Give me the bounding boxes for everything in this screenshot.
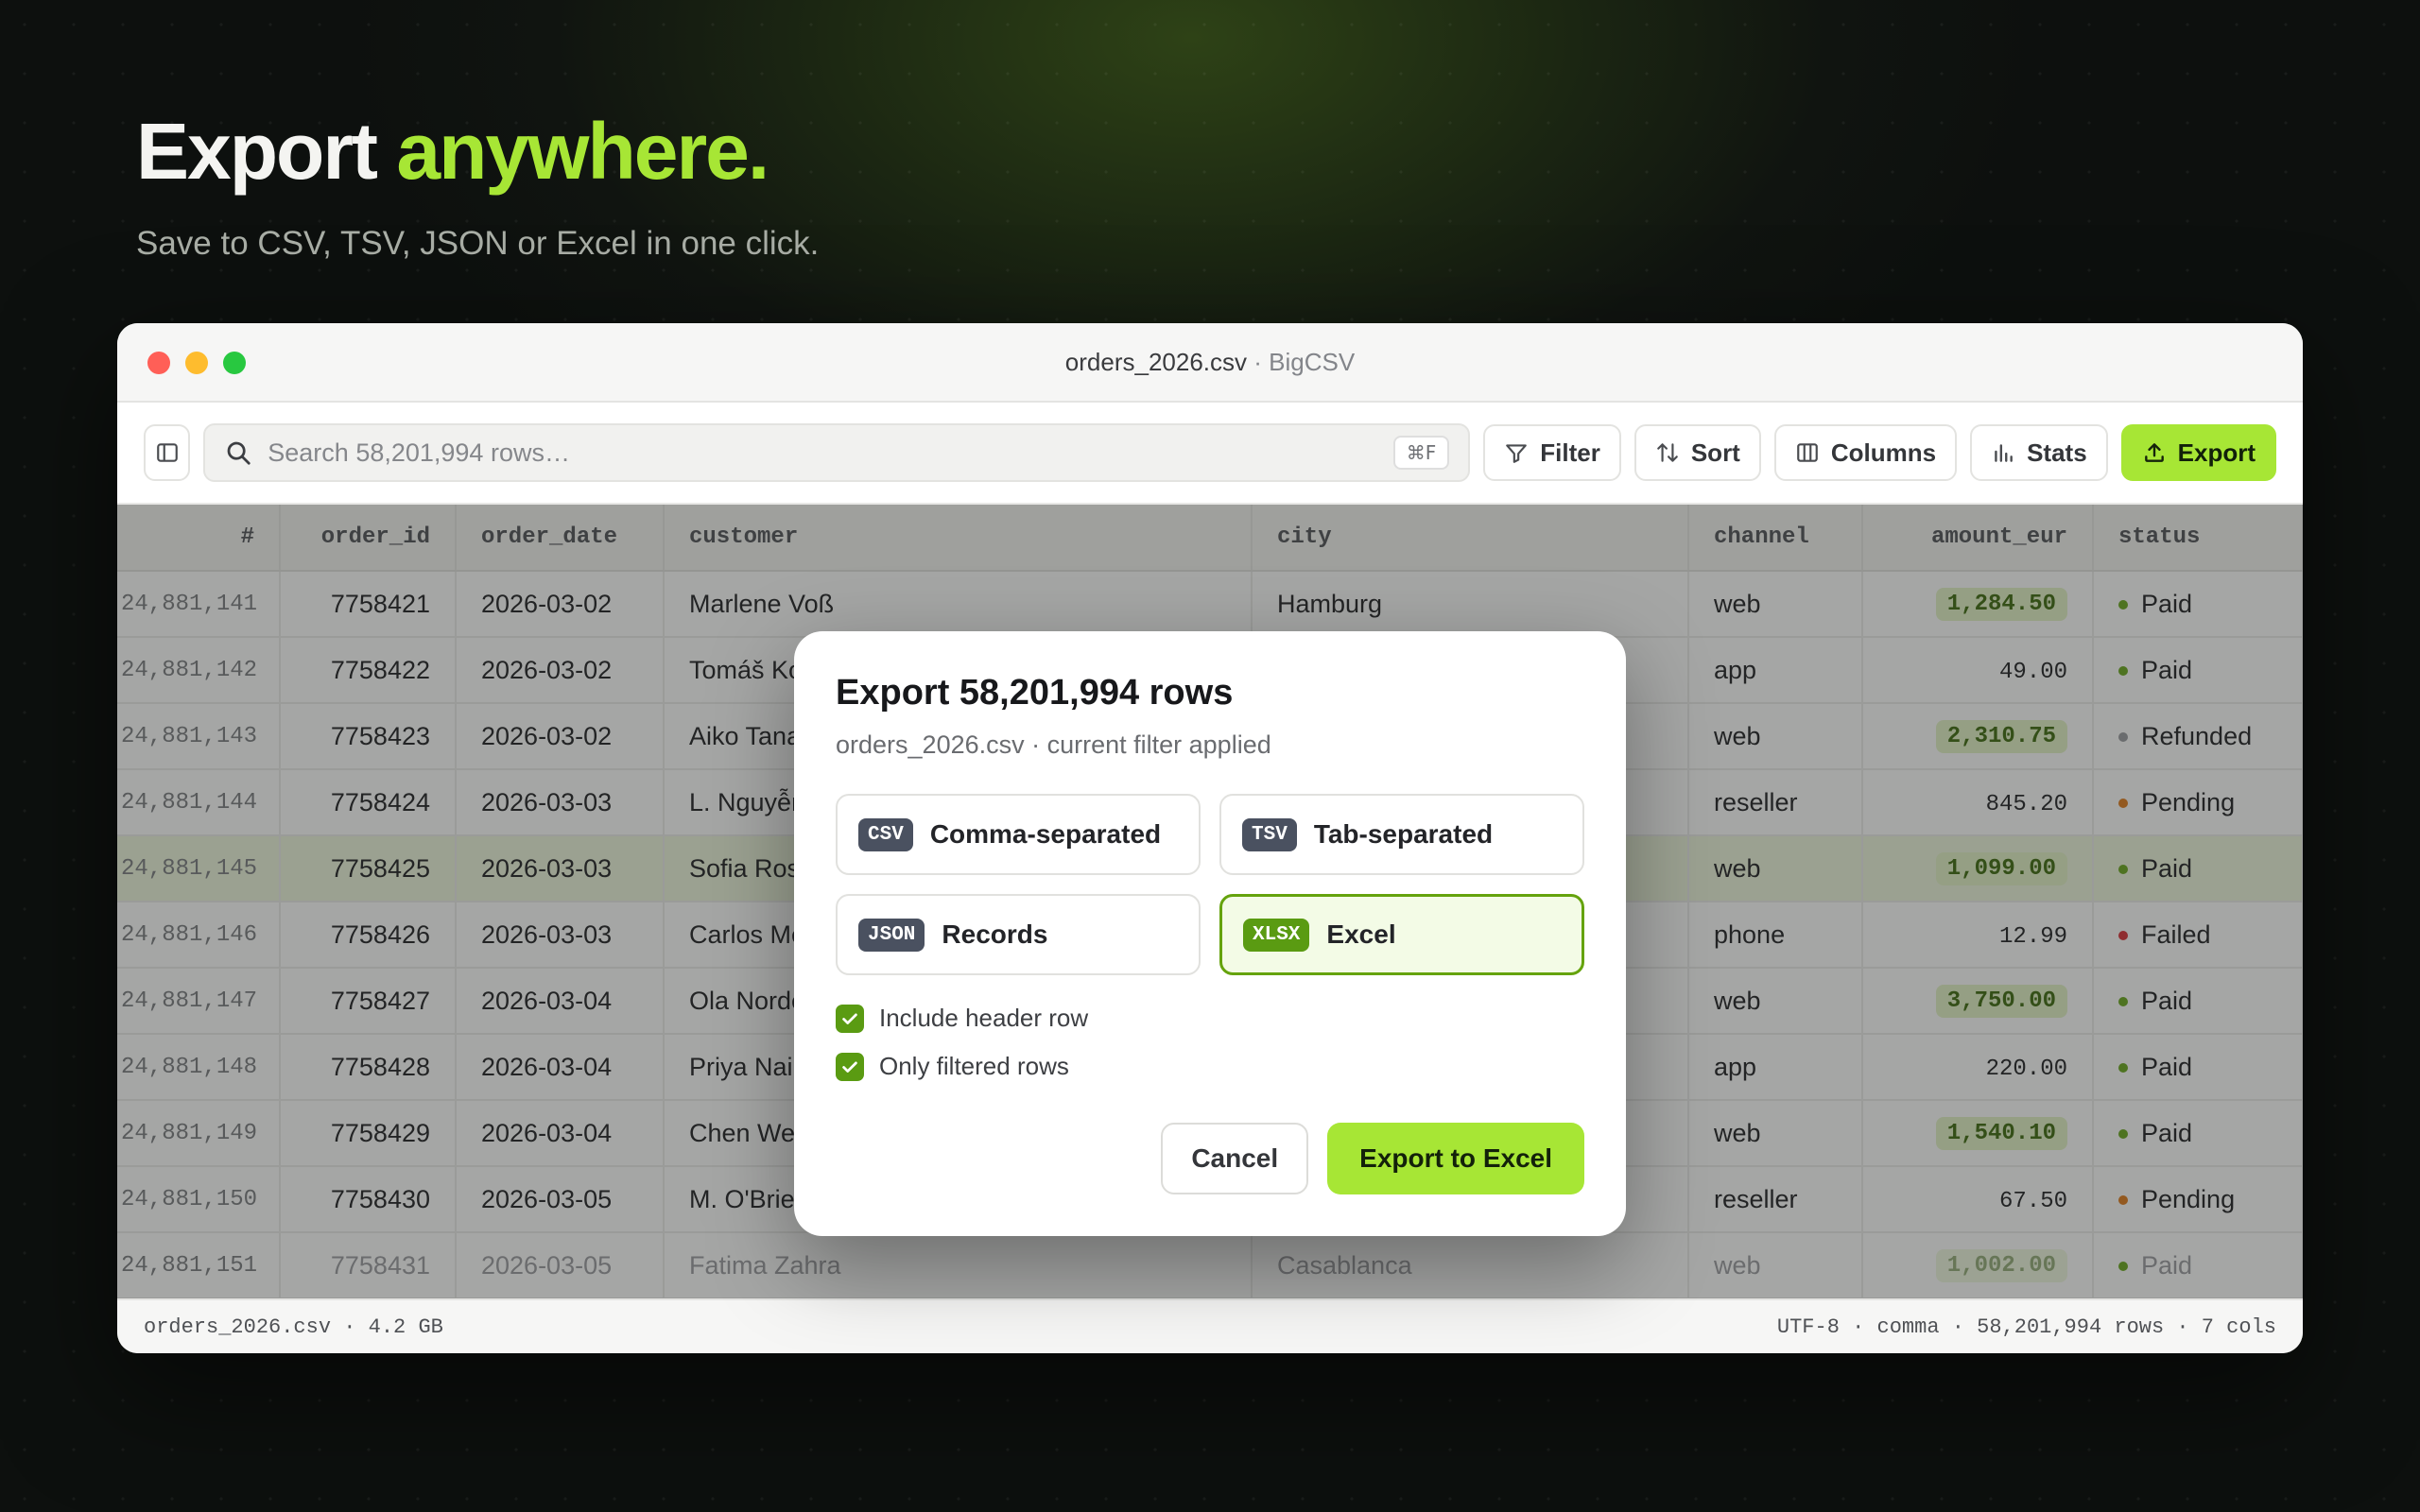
check-icon <box>842 1013 857 1024</box>
bar-chart-icon <box>1995 444 2013 462</box>
search-input[interactable]: Search 58,201,994 rows… ⌘F <box>203 423 1471 482</box>
window-title-app: BigCSV <box>1269 347 1356 376</box>
window-title-separator: · <box>1247 347 1270 376</box>
format-option-tsv[interactable]: TSV Tab-separated <box>1219 794 1584 875</box>
format-badge: CSV <box>858 817 913 851</box>
search-shortcut-hint: ⌘F <box>1392 436 1450 470</box>
include-header-label: Include header row <box>879 1004 1089 1032</box>
columns-button-label: Columns <box>1830 438 1937 467</box>
cancel-button[interactable]: Cancel <box>1161 1123 1309 1194</box>
export-button-label: Export <box>2177 438 2256 467</box>
format-option-xlsx[interactable]: XLSX Excel <box>1219 894 1584 975</box>
toolbar: Search 58,201,994 rows… ⌘F Filter Sort C… <box>117 403 2303 505</box>
check-icon <box>842 1061 857 1073</box>
format-badge: XLSX <box>1243 918 1310 952</box>
search-placeholder: Search 58,201,994 rows… <box>268 438 570 467</box>
close-window-button[interactable] <box>147 352 170 374</box>
window-title: orders_2026.csv · BigCSV <box>1065 348 1355 377</box>
sort-button[interactable]: Sort <box>1634 424 1761 481</box>
export-dialog: Export 58,201,994 rows orders_2026.csv ·… <box>794 631 1626 1236</box>
window-title-file: orders_2026.csv <box>1064 347 1248 376</box>
upload-icon <box>2144 443 2164 462</box>
status-file-info: orders_2026.csv · 4.2 GB <box>144 1314 443 1339</box>
dialog-actions: Cancel Export to Excel <box>1161 1123 1584 1194</box>
sort-button-label: Sort <box>1690 438 1740 467</box>
columns-icon <box>1797 443 1818 462</box>
filter-icon <box>1506 444 1528 463</box>
format-label: Records <box>942 919 1048 949</box>
format-badge: TSV <box>1242 817 1297 851</box>
status-bar: orders_2026.csv · 4.2 GB UTF-8 · comma ·… <box>117 1298 2303 1353</box>
include-header-option[interactable]: Include header row <box>836 1004 1584 1033</box>
status-encoding-info: UTF-8 · comma · 58,201,994 rows · 7 cols <box>1776 1314 2276 1339</box>
hero-subtitle: Save to CSV, TSV, JSON or Excel in one c… <box>136 225 820 262</box>
toggle-sidebar-button[interactable] <box>144 424 191 481</box>
export-button[interactable]: Export <box>2120 424 2276 481</box>
filter-button[interactable]: Filter <box>1483 424 1621 481</box>
only-filtered-option[interactable]: Only filtered rows <box>836 1052 1584 1081</box>
traffic-lights <box>147 352 246 374</box>
minimize-window-button[interactable] <box>185 352 208 374</box>
columns-button[interactable]: Columns <box>1773 424 1958 481</box>
dialog-subtitle: orders_2026.csv · current filter applied <box>836 730 1271 759</box>
only-filtered-label: Only filtered rows <box>879 1052 1069 1080</box>
sort-icon <box>1657 443 1678 462</box>
format-label: Tab-separated <box>1313 819 1494 849</box>
stats-button[interactable]: Stats <box>1970 424 2108 481</box>
format-option-csv[interactable]: CSV Comma-separated <box>836 794 1201 875</box>
export-to-excel-button[interactable]: Export to Excel <box>1327 1123 1584 1194</box>
zoom-window-button[interactable] <box>223 352 246 374</box>
format-badge: JSON <box>858 918 925 952</box>
hero-title: Export anywhere. <box>136 112 819 191</box>
format-options: CSV Comma-separated TSV Tab-separated JS… <box>836 794 1584 975</box>
title-bar: orders_2026.csv · BigCSV <box>117 323 2303 403</box>
hero: Export anywhere. Save to CSV, TSV, JSON … <box>136 112 819 263</box>
format-label: Excel <box>1326 919 1396 949</box>
dialog-title: Export 58,201,994 rows <box>836 673 1234 713</box>
format-label: Comma-separated <box>929 819 1162 849</box>
export-options: Include header row Only filtered rows <box>836 1004 1584 1081</box>
stats-button-label: Stats <box>2027 438 2087 467</box>
format-option-json[interactable]: JSON Records <box>836 894 1201 975</box>
filter-button-label: Filter <box>1540 438 1600 467</box>
sidebar-icon <box>156 443 178 462</box>
only-filtered-checkbox[interactable] <box>836 1052 864 1081</box>
hero-title-main: Export <box>136 107 397 196</box>
search-icon <box>227 441 251 465</box>
include-header-checkbox[interactable] <box>836 1004 864 1033</box>
hero-title-accent: anywhere. <box>396 107 769 196</box>
